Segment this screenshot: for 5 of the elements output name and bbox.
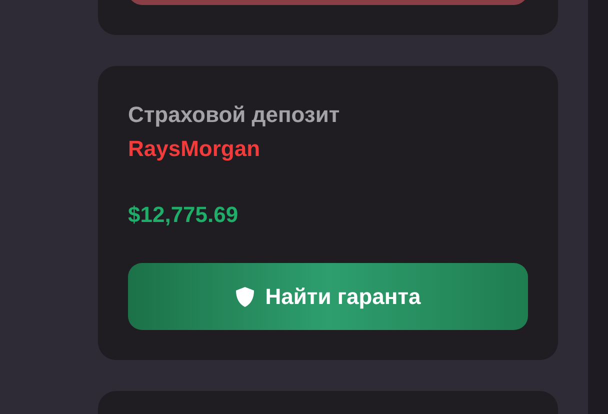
shield-icon — [235, 286, 256, 308]
user-name: RaysMorgan — [128, 135, 260, 163]
card-title: Страховой депозит — [128, 101, 341, 129]
deposit-amount: $12,775.69 — [128, 201, 238, 229]
find-guarantor-button[interactable]: Найти гаранта — [128, 263, 528, 330]
